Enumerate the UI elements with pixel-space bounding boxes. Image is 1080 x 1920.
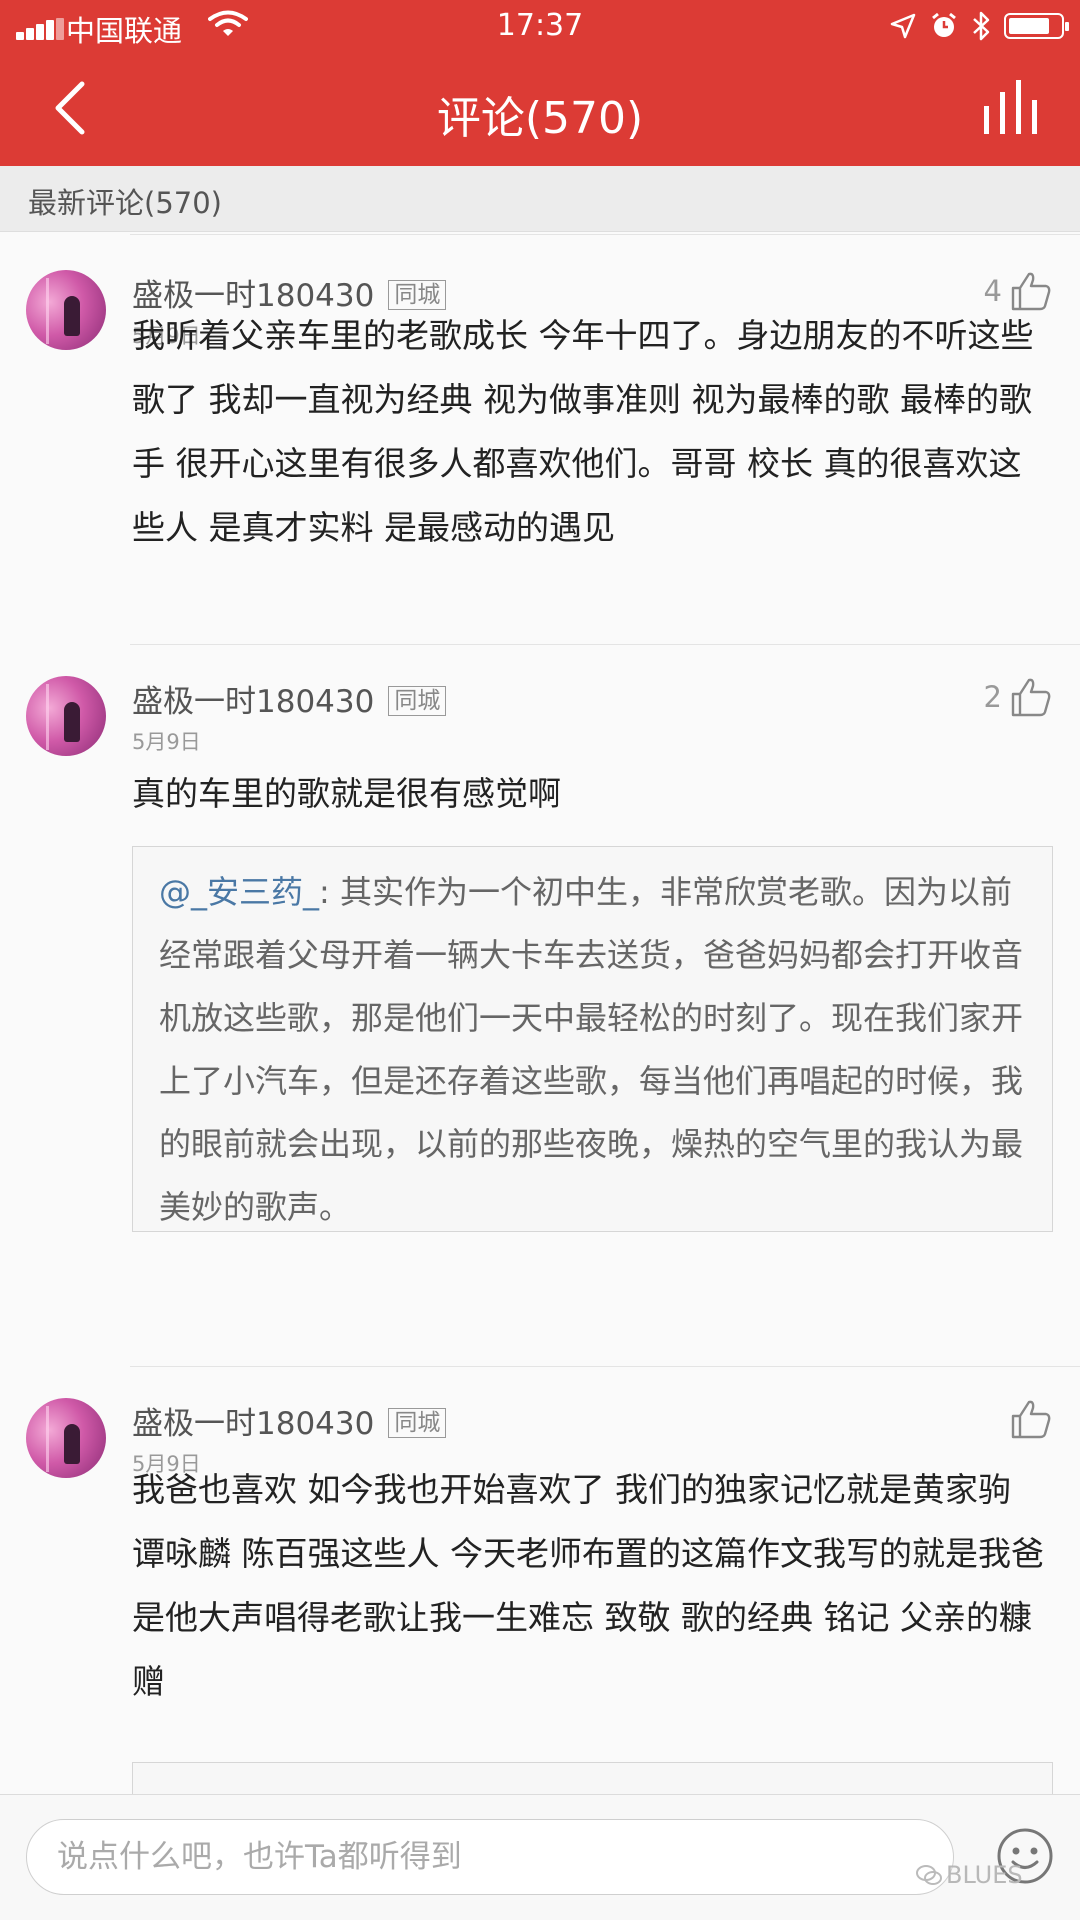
divider (130, 644, 1080, 645)
divider (130, 234, 1080, 235)
thumbs-up-icon (1011, 678, 1051, 717)
quoted-text: : 其实作为一个初中生，非常欣赏老歌。因为以前经常跟着父母开着一辆大卡车去送货，… (159, 873, 1024, 1226)
avatar[interactable] (26, 270, 106, 350)
comment-item: 盛极一时180430 同城 5月9日 2 真的车里的歌就是很有感觉啊 @_安三药_… (0, 644, 1080, 1232)
location-badge: 同城 (388, 1408, 447, 1438)
bluetooth-icon (973, 11, 990, 41)
location-arrow-icon (890, 13, 916, 39)
like-button[interactable] (1002, 1394, 1052, 1444)
equalizer-icon[interactable] (982, 78, 1038, 136)
comment-input-bar: BLUES (0, 1794, 1080, 1920)
section-title: 最新评论(570) (28, 186, 222, 220)
like-count: 2 (983, 680, 1002, 714)
quoted-author[interactable]: @_安三药_ (159, 873, 319, 911)
watermark: BLUES (916, 1861, 1023, 1889)
status-icons (890, 8, 1069, 44)
like-count: 4 (983, 274, 1002, 308)
username-text: 盛极一时180430 (132, 684, 375, 720)
comment-item: 盛极一时180430 同城 5月9日 4 我听着父亲车里的老歌成长 今年十四了。身… (0, 234, 1080, 644)
username-text: 盛极一时180430 (132, 1406, 375, 1442)
username[interactable]: 盛极一时180430 同城 (132, 1398, 447, 1443)
watermark-text: BLUES (946, 1861, 1023, 1889)
quoted-comment[interactable] (132, 1762, 1053, 1794)
like-button[interactable]: 2 (984, 672, 1052, 722)
comment-input[interactable] (57, 1820, 917, 1894)
comment-item: 盛极一时180430 同城 5月9日 我爸也喜欢 如今我也开始喜欢了 我们的独家记… (0, 1366, 1080, 1794)
avatar[interactable] (26, 676, 106, 756)
header: 中国联通 17:37 评论(570) (0, 0, 1080, 166)
alarm-icon (932, 12, 956, 37)
divider (130, 1366, 1080, 1367)
comment-text: 真的车里的歌就是很有感觉啊 (132, 774, 561, 813)
username[interactable]: 盛极一时180430 同城 (132, 676, 447, 721)
nav-bar: 评论(570) (0, 52, 1080, 166)
status-bar: 中国联通 17:37 (0, 0, 1080, 52)
section-header: 最新评论(570) (0, 166, 1080, 232)
comment-date: 5月9日 (132, 730, 201, 754)
quoted-comment[interactable]: @_安三药_: 其实作为一个初中生，非常欣赏老歌。因为以前经常跟着父母开着一辆大… (132, 846, 1053, 1232)
comment-input-wrapper[interactable] (26, 1819, 954, 1895)
avatar[interactable] (26, 1398, 106, 1478)
battery-icon (1004, 13, 1069, 39)
location-badge: 同城 (388, 686, 447, 716)
thumbs-up-icon (1011, 1400, 1051, 1439)
wechat-icon (916, 1865, 942, 1885)
comment-text: 我爸也喜欢 如今我也开始喜欢了 我们的独家记忆就是黄家驹 谭咏麟 陈百强这些人 … (132, 1470, 1044, 1701)
comment-text: 我听着父亲车里的老歌成长 今年十四了。身边朋友的不听这些歌了 我却一直视为经典 … (132, 316, 1034, 547)
page-title: 评论(570) (436, 93, 644, 144)
comment-feed[interactable]: 盛极一时180430 同城 5月9日 4 我听着父亲车里的老歌成长 今年十四了。身… (0, 234, 1080, 1794)
